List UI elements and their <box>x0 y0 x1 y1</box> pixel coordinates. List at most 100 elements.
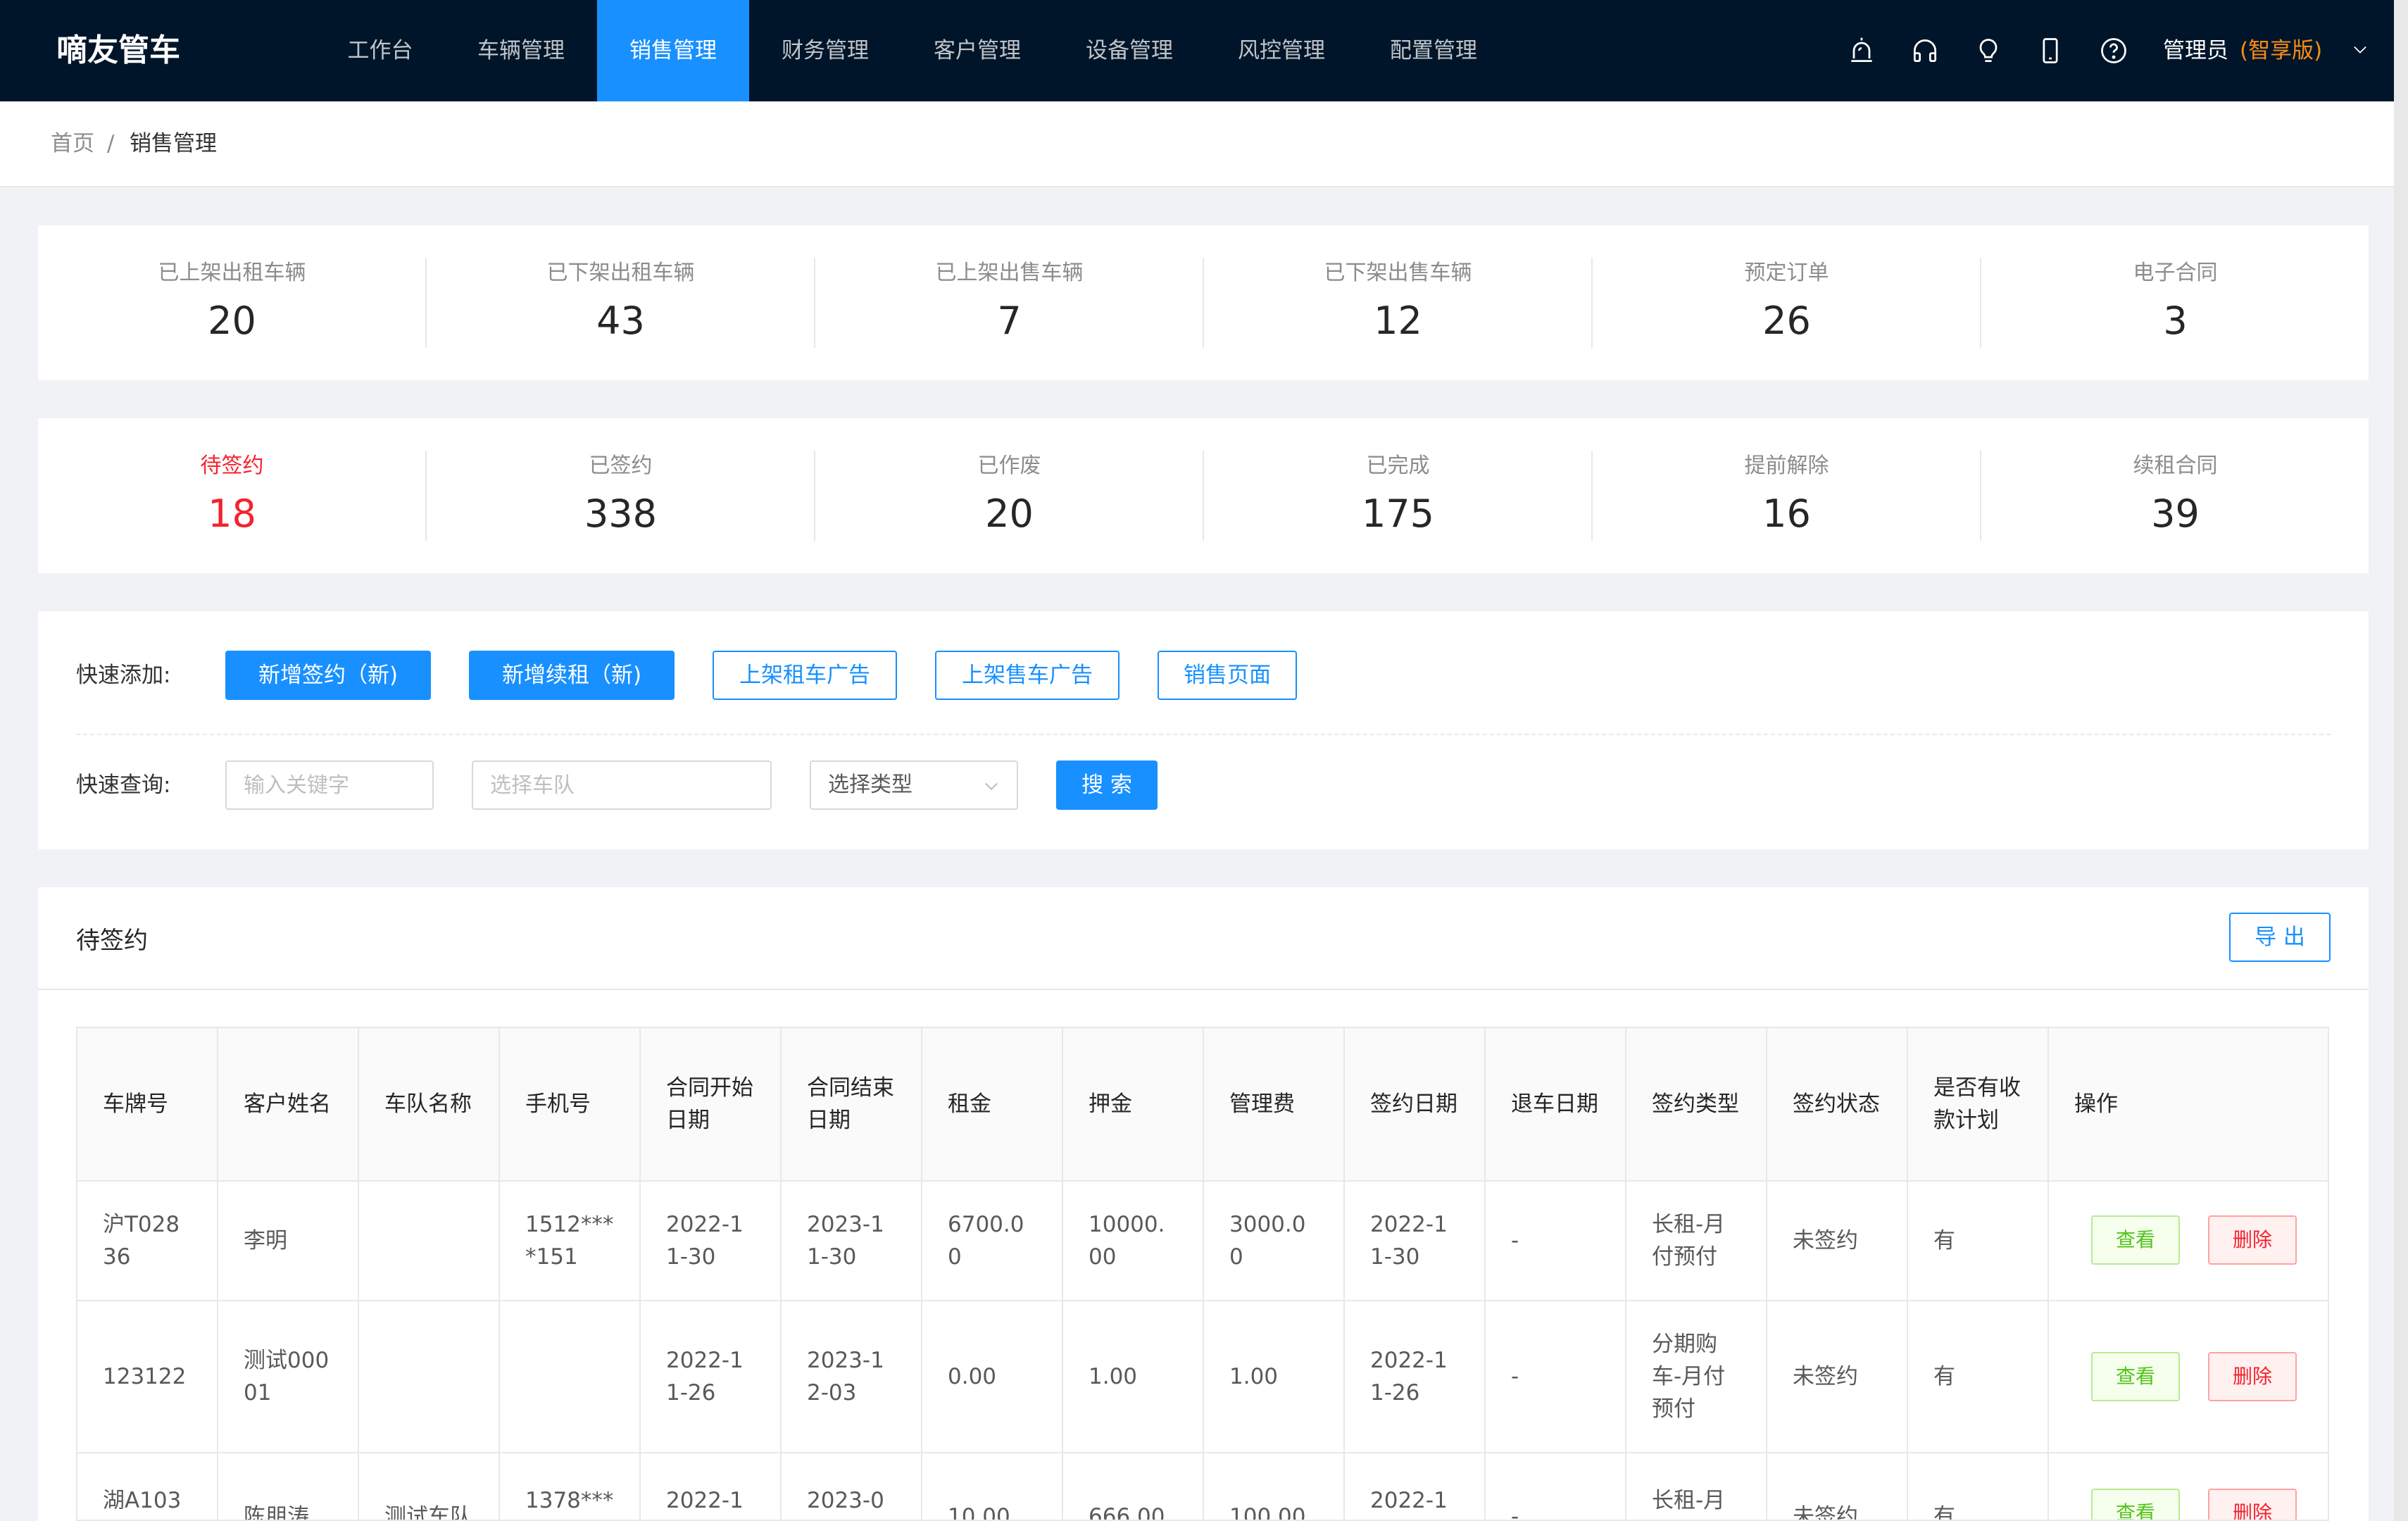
stat-listed-sale[interactable]: 已上架出售车辆 7 <box>815 258 1203 345</box>
chevron-down-icon[interactable] <box>2350 39 2370 59</box>
mobile-icon[interactable] <box>2035 35 2066 66</box>
cell-end-date: 2023-12-03 <box>782 1301 922 1452</box>
delete-button[interactable]: 删除 <box>2208 1215 2297 1265</box>
delete-button[interactable]: 删除 <box>2208 1489 2297 1520</box>
stat-value: 3 <box>2163 299 2188 343</box>
nav-item-workbench[interactable]: 工作台 <box>304 0 456 101</box>
breadcrumb: 首页 / 销售管理 <box>0 101 2408 187</box>
stat-signed[interactable]: 已签约 338 <box>427 451 815 538</box>
quick-search-label: 快速查询: <box>76 772 171 798</box>
col-return-date: 退车日期 <box>1486 1028 1626 1180</box>
cell-deposit: 1.00 <box>1063 1301 1204 1452</box>
stat-label: 预定订单 <box>1744 261 1829 285</box>
cell-return-date: - <box>1486 1453 1626 1520</box>
stat-label: 已签约 <box>589 453 653 478</box>
cell-plate: 湖A10345 <box>77 1453 218 1520</box>
nav-item-config[interactable]: 配置管理 <box>1357 0 1510 101</box>
list-rental-ad-button[interactable]: 上架租车广告 <box>713 651 897 700</box>
stat-early-termination[interactable]: 提前解除 16 <box>1593 451 1981 538</box>
stat-listed-rental[interactable]: 已上架出租车辆 20 <box>38 258 426 345</box>
cell-return-date: - <box>1486 1301 1626 1452</box>
sales-page-button[interactable]: 销售页面 <box>1158 651 1297 700</box>
stat-unlisted-sale[interactable]: 已下架出售车辆 12 <box>1204 258 1592 345</box>
col-end-date: 合同结束日期 <box>782 1028 922 1180</box>
quick-actions-card: 快速添加: 新增签约（新) 新增续租（新) 上架租车广告 上架售车广告 销售页面… <box>38 611 2369 849</box>
nav-item-finance[interactable]: 财务管理 <box>749 0 901 101</box>
stat-value: 338 <box>584 492 658 536</box>
divider <box>76 734 2331 735</box>
top-nav: 嘀友管车 工作台 车辆管理 销售管理 财务管理 客户管理 设备管理 风控管理 配… <box>0 0 2408 101</box>
divider <box>38 989 2369 990</box>
col-deposit: 押金 <box>1063 1028 1204 1180</box>
view-button[interactable]: 查看 <box>2091 1489 2180 1520</box>
search-button[interactable]: 搜 索 <box>1056 760 1158 810</box>
cell-phone: 1512****151 <box>500 1182 641 1300</box>
breadcrumb-home[interactable]: 首页 <box>51 101 94 186</box>
nav-item-sales[interactable]: 销售管理 <box>597 0 749 101</box>
cell-sign-status: 未签约 <box>1767 1301 1908 1452</box>
cell-phone: 1378****410 <box>500 1453 641 1520</box>
alarm-icon[interactable] <box>1846 35 1877 66</box>
cell-rent: 10.00 <box>922 1453 1063 1520</box>
stat-label: 电子合同 <box>2133 261 2218 285</box>
fleet-input[interactable] <box>472 760 772 810</box>
table-row: 沪T02836 李明 1512****151 2022-11-30 2023-1… <box>77 1182 2328 1301</box>
stat-label: 续租合同 <box>2133 453 2218 478</box>
cell-sign-status: 未签约 <box>1767 1182 1908 1300</box>
stat-value: 39 <box>2151 492 2200 536</box>
cell-payment-plan: 有 <box>1908 1453 2049 1520</box>
stat-label: 待签约 <box>200 453 264 478</box>
cell-actions: 查看 删除 <box>2049 1301 2328 1452</box>
keyword-input[interactable] <box>225 760 434 810</box>
col-phone: 手机号 <box>500 1028 641 1180</box>
stat-reservations[interactable]: 预定订单 26 <box>1593 258 1981 345</box>
stat-e-contracts[interactable]: 电子合同 3 <box>1981 258 2369 345</box>
type-select[interactable]: 选择类型 <box>810 760 1018 810</box>
user-menu[interactable]: 管理员 (智享版) <box>2163 0 2322 101</box>
scrollbar[interactable] <box>2394 0 2408 1521</box>
stat-pending-sign[interactable]: 待签约 18 <box>38 451 426 538</box>
view-button[interactable]: 查看 <box>2091 1215 2180 1265</box>
stat-unlisted-rental[interactable]: 已下架出租车辆 43 <box>427 258 815 345</box>
cell-phone <box>500 1301 641 1452</box>
table-row: 123122 测试00001 2022-11-26 2023-12-03 0.0… <box>77 1301 2328 1453</box>
app-logo[interactable]: 嘀友管车 <box>56 0 180 101</box>
stat-voided[interactable]: 已作废 20 <box>815 451 1203 538</box>
cell-rent: 0.00 <box>922 1301 1063 1452</box>
section-title: 待签约 <box>76 927 148 955</box>
cell-deposit: 10000.00 <box>1063 1182 1204 1300</box>
export-button[interactable]: 导 出 <box>2229 913 2331 962</box>
table-header: 车牌号 客户姓名 车队名称 手机号 合同开始日期 合同结束日期 租金 押金 管理… <box>77 1028 2328 1182</box>
type-select-value: 选择类型 <box>828 772 913 797</box>
cell-customer: 李明 <box>218 1182 359 1300</box>
user-edition: (智享版) <box>2240 38 2323 63</box>
cell-fleet: 测试车队 <box>359 1453 500 1520</box>
cell-sign-date: 2022-11-26 <box>1345 1301 1486 1452</box>
cell-payment-plan: 有 <box>1908 1182 2049 1300</box>
headset-icon[interactable] <box>1910 35 1940 66</box>
view-button[interactable]: 查看 <box>2091 1352 2180 1401</box>
stat-renewal-contracts[interactable]: 续租合同 39 <box>1981 451 2369 538</box>
col-plate: 车牌号 <box>77 1028 218 1180</box>
nav-item-vehicle[interactable]: 车辆管理 <box>445 0 597 101</box>
stats-card-vehicles: 已上架出租车辆 20 已下架出租车辆 43 已上架出售车辆 7 已下架出售车辆 … <box>38 225 2369 380</box>
help-icon[interactable] <box>2098 35 2129 66</box>
bulb-icon[interactable] <box>1973 35 2004 66</box>
stat-label: 已上架出租车辆 <box>158 261 306 285</box>
stat-label: 已完成 <box>1366 453 1430 478</box>
delete-button[interactable]: 删除 <box>2208 1352 2297 1401</box>
list-sale-ad-button[interactable]: 上架售车广告 <box>935 651 1120 700</box>
chevron-down-icon <box>982 776 1001 796</box>
new-contract-button[interactable]: 新增签约（新) <box>225 651 431 700</box>
cell-sign-type: 长租-月付预付 <box>1626 1453 1767 1520</box>
stat-completed[interactable]: 已完成 175 <box>1204 451 1592 538</box>
breadcrumb-separator: / <box>107 131 115 156</box>
col-actions: 操作 <box>2074 1091 2118 1117</box>
nav-item-risk[interactable]: 风控管理 <box>1205 0 1357 101</box>
cell-start-date: 2022-11-30 <box>641 1182 782 1300</box>
new-renewal-button[interactable]: 新增续租（新) <box>469 651 675 700</box>
stat-value: 7 <box>997 299 1022 343</box>
nav-item-device[interactable]: 设备管理 <box>1053 0 1205 101</box>
cell-sign-type: 分期购车-月付预付 <box>1626 1301 1767 1452</box>
nav-item-customer[interactable]: 客户管理 <box>901 0 1053 101</box>
